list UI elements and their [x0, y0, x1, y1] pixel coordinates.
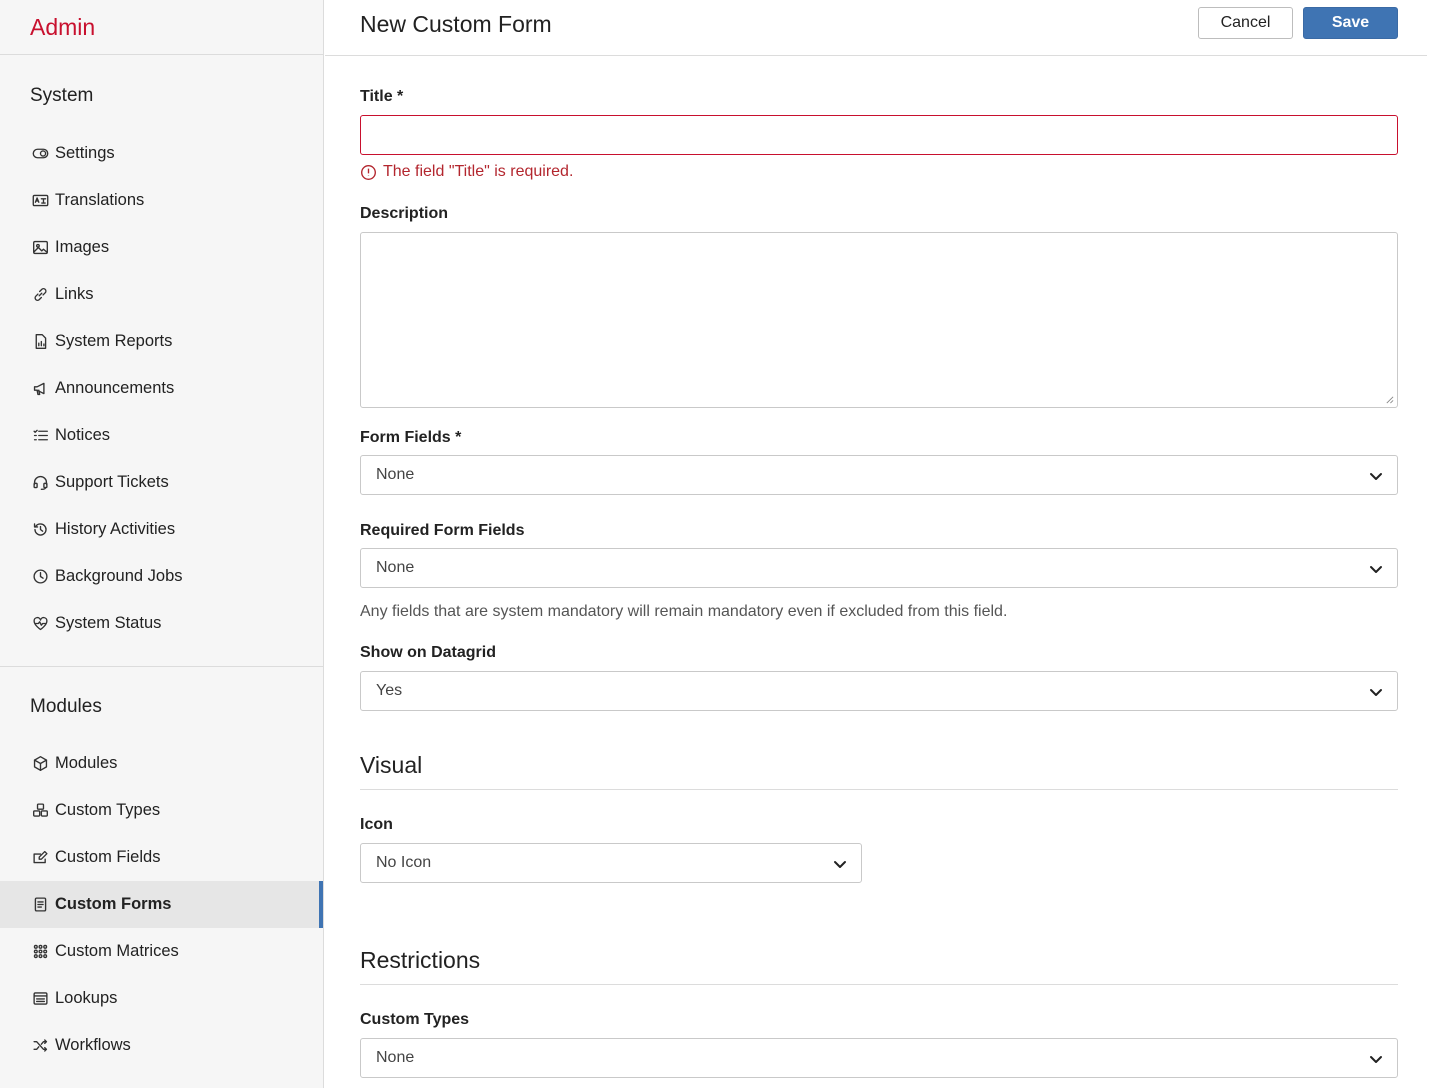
custom-types-label: Custom Types: [360, 1011, 470, 1028]
sidebar-item-label: Background Jobs: [55, 567, 183, 585]
sidebar-item-label: Translations: [55, 191, 145, 209]
headset-icon: [31, 474, 49, 492]
show-on-datagrid-label: Show on Datagrid: [360, 644, 496, 661]
sidebar-item-label: Announcements: [55, 379, 175, 397]
restrictions-section-heading: Restrictions: [360, 947, 481, 973]
sidebar-item-links[interactable]: Links: [0, 271, 323, 318]
error-circle-icon: [361, 164, 376, 180]
brand-header: Admin: [0, 0, 323, 55]
sidebar-item-label: Custom Fields: [55, 848, 161, 866]
report-icon: [31, 333, 49, 351]
link-icon: [31, 286, 49, 304]
icon-select-value: No Icon: [376, 854, 432, 871]
form-icon: [31, 896, 49, 914]
sidebar-item-lookups[interactable]: Lookups: [0, 975, 323, 1022]
lookup-icon: [31, 990, 49, 1008]
toggle-icon: [31, 145, 49, 163]
description-textarea[interactable]: [360, 232, 1398, 408]
boxes-icon: [31, 802, 49, 820]
sidebar-item-images[interactable]: Images: [0, 224, 323, 271]
sidebar: Admin System Settings Translations Image…: [0, 0, 324, 1088]
sidebar-item-translations[interactable]: Translations: [0, 177, 323, 224]
description-label: Description: [360, 205, 449, 222]
sidebar-divider: [0, 666, 323, 667]
megaphone-icon: [31, 380, 49, 398]
modules-section-title: Modules: [30, 696, 102, 717]
required-form-fields-value: None: [376, 559, 415, 576]
show-on-datagrid-value: Yes: [376, 682, 403, 699]
grid-icon: [31, 943, 49, 961]
sidebar-item-custom-fields[interactable]: Custom Fields: [0, 834, 323, 881]
sidebar-item-announcements[interactable]: Announcements: [0, 365, 323, 412]
title-input[interactable]: [360, 115, 1398, 155]
sidebar-item-custom-matrices[interactable]: Custom Matrices: [0, 928, 323, 975]
page-header: New Custom Form Cancel Save: [325, 0, 1427, 56]
title-error-message: The field "Title" is required.: [360, 163, 573, 181]
heartbeat-icon: [31, 615, 49, 633]
chevron-down-icon: [1369, 685, 1383, 699]
title-label: Title *: [360, 88, 404, 105]
custom-types-select[interactable]: None: [360, 1038, 1398, 1078]
visual-section-heading: Visual: [360, 752, 423, 778]
sidebar-item-notices[interactable]: Notices: [0, 412, 323, 459]
sidebar-item-workflows[interactable]: Workflows: [0, 1022, 323, 1069]
form-fields-select[interactable]: None: [360, 455, 1398, 495]
required-form-fields-select[interactable]: None: [360, 548, 1398, 588]
chevron-down-icon: [1369, 469, 1383, 483]
title-error-text: The field "Title" is required.: [383, 163, 574, 180]
restrictions-section-rule: [360, 984, 1398, 985]
image-icon: [31, 239, 49, 257]
system-nav: Settings Translations Images Links Syste…: [0, 130, 323, 647]
sidebar-item-label: Links: [55, 285, 94, 303]
history-icon: [31, 521, 49, 539]
sidebar-item-label: Modules: [55, 754, 118, 772]
clock-icon: [31, 568, 49, 586]
list-icon: [31, 427, 49, 445]
sidebar-item-label: Support Tickets: [55, 473, 169, 491]
sidebar-item-label: Custom Types: [55, 801, 161, 819]
sidebar-item-custom-forms[interactable]: Custom Forms: [0, 881, 323, 928]
sidebar-item-label: Settings: [55, 144, 115, 162]
sidebar-item-history-activities[interactable]: History Activities: [0, 506, 323, 553]
required-form-fields-label: Required Form Fields: [360, 522, 525, 539]
sidebar-item-label: History Activities: [55, 520, 176, 538]
chevron-down-icon: [1369, 562, 1383, 576]
sidebar-item-system-status[interactable]: System Status: [0, 600, 323, 647]
sidebar-item-settings[interactable]: Settings: [0, 130, 323, 177]
sidebar-item-modules[interactable]: Modules: [0, 740, 323, 787]
system-section-title: System: [30, 85, 94, 106]
resize-grip-icon[interactable]: [1385, 395, 1394, 404]
box-icon: [31, 755, 49, 773]
sidebar-item-label: Workflows: [55, 1036, 131, 1054]
sidebar-item-label: System Reports: [55, 332, 173, 350]
sidebar-item-background-jobs[interactable]: Background Jobs: [0, 553, 323, 600]
form-fields-value: None: [376, 466, 415, 483]
show-on-datagrid-select[interactable]: Yes: [360, 671, 1398, 711]
sidebar-item-custom-types[interactable]: Custom Types: [0, 787, 323, 834]
modules-nav: Modules Custom Types Custom Fields Custo…: [0, 740, 323, 1069]
sidebar-item-label: Custom Forms: [55, 895, 172, 913]
form-fields-label: Form Fields *: [360, 429, 462, 446]
sidebar-item-label: Custom Matrices: [55, 942, 179, 960]
chevron-down-icon: [833, 857, 847, 871]
shuffle-icon: [31, 1037, 49, 1055]
required-fields-help-text: Any fields that are system mandatory wil…: [360, 603, 1008, 620]
sidebar-item-label: Notices: [55, 426, 111, 444]
custom-types-value: None: [376, 1049, 415, 1066]
sidebar-item-label: Images: [55, 238, 110, 256]
chevron-down-icon: [1369, 1052, 1383, 1066]
sidebar-item-label: Lookups: [55, 989, 118, 1007]
icon-select[interactable]: No Icon: [360, 843, 862, 883]
sidebar-item-support-tickets[interactable]: Support Tickets: [0, 459, 323, 506]
icon-label: Icon: [360, 816, 393, 833]
save-button[interactable]: Save: [1303, 7, 1398, 39]
visual-section-rule: [360, 789, 1398, 790]
translate-icon: [31, 192, 49, 210]
page-title: New Custom Form: [360, 11, 552, 37]
cancel-button[interactable]: Cancel: [1198, 7, 1293, 39]
brand-logo-text[interactable]: Admin: [30, 14, 95, 41]
edit-field-icon: [31, 849, 49, 867]
sidebar-item-label: System Status: [55, 614, 162, 632]
sidebar-item-system-reports[interactable]: System Reports: [0, 318, 323, 365]
